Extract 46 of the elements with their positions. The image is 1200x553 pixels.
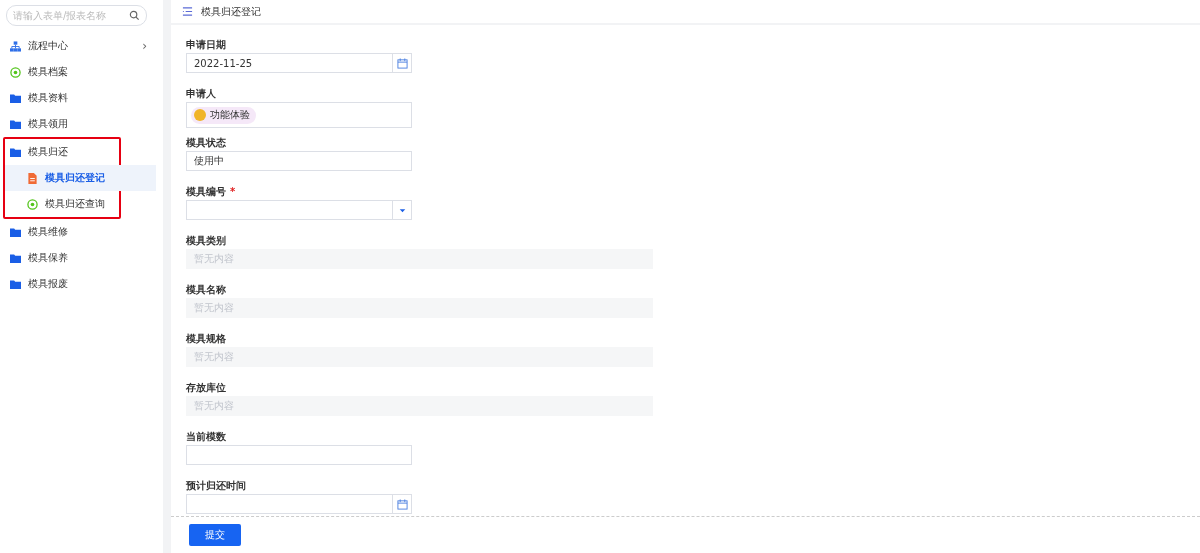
search-icon[interactable]: [129, 10, 140, 21]
chevron-right-icon[interactable]: ›: [142, 39, 147, 53]
user-field[interactable]: 功能体验: [186, 102, 412, 128]
input-field[interactable]: [186, 445, 412, 465]
field-label: 预计归还时间: [186, 480, 246, 491]
folder-icon: [10, 92, 21, 104]
sidebar-item[interactable]: 模具报废: [0, 271, 155, 297]
folder-icon: [10, 252, 21, 264]
target-icon: [27, 198, 38, 210]
field-label: 当前模数: [186, 431, 226, 442]
user-tag: 功能体验: [191, 106, 256, 124]
required-mark: *: [230, 186, 236, 197]
select-field[interactable]: [186, 200, 412, 220]
folder-icon: [10, 118, 21, 130]
org-chart-icon: [10, 40, 21, 52]
folder-icon: [10, 146, 21, 158]
sidebar-item[interactable]: 模具维修: [0, 219, 155, 245]
folder-icon: [10, 278, 21, 290]
sidebar-item[interactable]: 流程中心 ›: [0, 33, 155, 59]
field-label: 存放库位: [186, 382, 226, 393]
avatar-icon: [194, 109, 206, 121]
field-label: 模具编号: [186, 186, 226, 197]
field-label: 模具名称: [186, 284, 226, 295]
field-label: 申请日期: [186, 39, 226, 50]
menu-icon[interactable]: [182, 6, 193, 17]
target-icon: [10, 66, 21, 78]
page-title: 模具归还登记: [201, 4, 261, 19]
sidebar-item[interactable]: 模具归还查询: [5, 191, 156, 217]
folder-icon: [10, 226, 21, 238]
field-label: 模具类别: [186, 235, 226, 246]
calendar-icon[interactable]: [396, 498, 408, 510]
sidebar-item[interactable]: 模具保养: [0, 245, 155, 271]
sidebar-item[interactable]: 模具领用: [0, 111, 155, 137]
calendar-icon[interactable]: [396, 57, 408, 69]
input-field[interactable]: 使用中: [186, 151, 412, 171]
field-label: 模具状态: [186, 137, 226, 148]
submit-button[interactable]: 提交: [189, 524, 241, 546]
sidebar-item[interactable]: 模具档案: [0, 59, 155, 85]
sidebar-item[interactable]: 模具归还: [5, 139, 119, 165]
field-label: 模具规格: [186, 333, 226, 344]
document-icon: [27, 172, 38, 184]
sidebar-item[interactable]: 模具资料: [0, 85, 155, 111]
sidebar-item[interactable]: 模具归还登记: [5, 165, 156, 191]
date-field[interactable]: 2022-11-25: [186, 53, 412, 73]
date-field[interactable]: [186, 494, 412, 514]
field-label: 申请人: [186, 88, 216, 99]
